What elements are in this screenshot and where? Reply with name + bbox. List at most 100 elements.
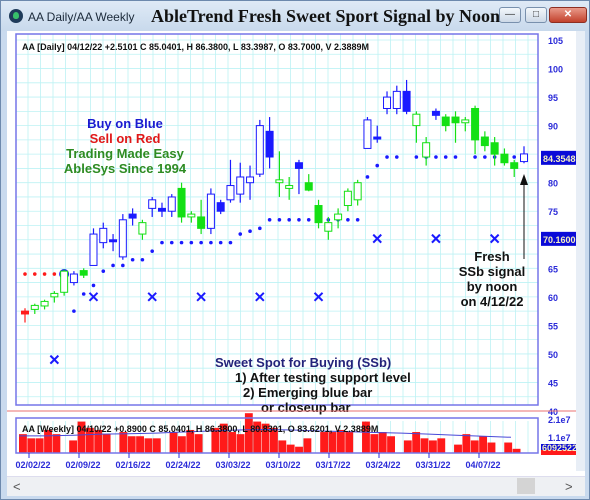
candle (343, 188, 352, 212)
candle-body (21, 310, 29, 315)
minimize-button[interactable]: — (499, 7, 521, 23)
app-logo-icon (9, 9, 23, 23)
candle-body (324, 222, 333, 232)
candle (353, 179, 362, 206)
date-tick-label: 02/02/22 (15, 460, 50, 470)
date-tick-label: 02/24/22 (165, 460, 200, 470)
support-dot (453, 155, 458, 159)
support-dot (434, 155, 438, 159)
candle (392, 85, 401, 115)
support-dot (209, 240, 213, 245)
volume-bar (504, 442, 513, 453)
chart-area: AA [Daily] 04/12/22 +2.5101 C 85.0401, H… (7, 31, 585, 496)
support-dot (346, 217, 350, 222)
candle (255, 119, 264, 177)
price-badge-label: 70.1600 (543, 235, 576, 245)
volume-bar (328, 432, 337, 453)
close-button[interactable]: ✕ (549, 7, 587, 23)
date-tick-label: 03/31/22 (415, 460, 450, 470)
candle (167, 194, 176, 217)
support-dots (23, 155, 526, 313)
volume-bar (136, 436, 144, 453)
candle (441, 114, 450, 132)
volume-bar (462, 434, 471, 453)
volume-bar (286, 444, 295, 453)
candle (275, 151, 284, 197)
support-dot (32, 272, 37, 276)
title-bar[interactable]: AA Daily/AA Weekly AbleTrend Fresh Sweet… (1, 1, 589, 31)
volume-bar (177, 436, 186, 453)
candle-body (451, 116, 460, 124)
candle (383, 91, 392, 115)
candle (402, 79, 411, 115)
candle-body (431, 110, 440, 116)
support-dot (218, 240, 223, 245)
support-dot (483, 155, 487, 159)
close-icon: ✕ (563, 9, 573, 20)
candle-body (79, 270, 88, 276)
candle-body (275, 179, 284, 184)
candle-body (461, 119, 470, 124)
ssb-line: 2) Emerging blue bar (243, 385, 372, 400)
app-window: AA Daily/AA Weekly AbleTrend Fresh Sweet… (0, 0, 590, 500)
volume-badge-label: 6092522 (542, 443, 577, 453)
candle (314, 199, 323, 229)
support-dot (23, 272, 27, 276)
support-dot (473, 155, 477, 159)
candle-body (187, 213, 196, 218)
candle-body (89, 233, 98, 266)
x-marker (372, 233, 382, 244)
scroll-left-arrow-icon[interactable]: < (13, 479, 21, 494)
candle-body (226, 185, 235, 201)
candle-body (246, 176, 255, 184)
price-tick-label: 95 (548, 93, 558, 103)
candle-body (206, 193, 215, 229)
candle-body (441, 116, 450, 127)
volume-bar (378, 432, 387, 453)
date-tick-label: 04/07/22 (465, 460, 500, 470)
candle (197, 199, 206, 235)
fresh-signal-line: on 4/12/22 (461, 294, 524, 309)
candle (471, 105, 480, 155)
candle (285, 176, 294, 200)
volume-bar (69, 440, 78, 453)
price-tick-label: 105 (548, 36, 563, 46)
x-marker (431, 233, 441, 244)
candle (177, 182, 186, 223)
volume-bar (278, 440, 287, 453)
support-dot (395, 155, 399, 159)
candle (510, 159, 519, 177)
support-dot (189, 240, 194, 245)
horizontal-scrollbar[interactable]: < > (7, 476, 585, 496)
fresh-signal-line: SSb signal (459, 264, 525, 279)
weekly-header: AA [Weekly] 04/10/22 +0.8900 C 85.0401, … (22, 424, 378, 434)
volume-tick-label: 2.1e7 (548, 415, 571, 425)
support-dot (130, 257, 135, 262)
chart-svg[interactable]: AA [Daily] 04/12/22 +2.5101 C 85.0401, H… (7, 31, 585, 476)
volume-bar (370, 434, 379, 453)
price-tick-label: 45 (548, 378, 558, 388)
vertical-scrollbar[interactable] (576, 31, 585, 471)
candle-body (50, 292, 59, 298)
scroll-thumb[interactable] (517, 478, 535, 494)
support-dot (111, 263, 115, 268)
date-tick-label: 02/09/22 (65, 460, 100, 470)
candle-body (402, 90, 411, 112)
candle-body (510, 162, 519, 169)
support-dot (277, 217, 282, 222)
candle-body (373, 136, 382, 140)
candle (157, 202, 166, 217)
candle (89, 228, 98, 266)
volume-bar (169, 432, 178, 453)
candle (138, 219, 147, 240)
scroll-right-arrow-icon[interactable]: > (565, 479, 573, 494)
support-dot (443, 155, 448, 159)
maximize-button[interactable]: □ (525, 7, 547, 23)
candle-body (236, 176, 245, 195)
candle-body (118, 219, 127, 258)
candle (30, 303, 39, 314)
support-dot (199, 240, 203, 245)
support-dot (355, 217, 360, 222)
candle-body (285, 185, 294, 189)
price-tick-label: 65 (548, 264, 558, 274)
